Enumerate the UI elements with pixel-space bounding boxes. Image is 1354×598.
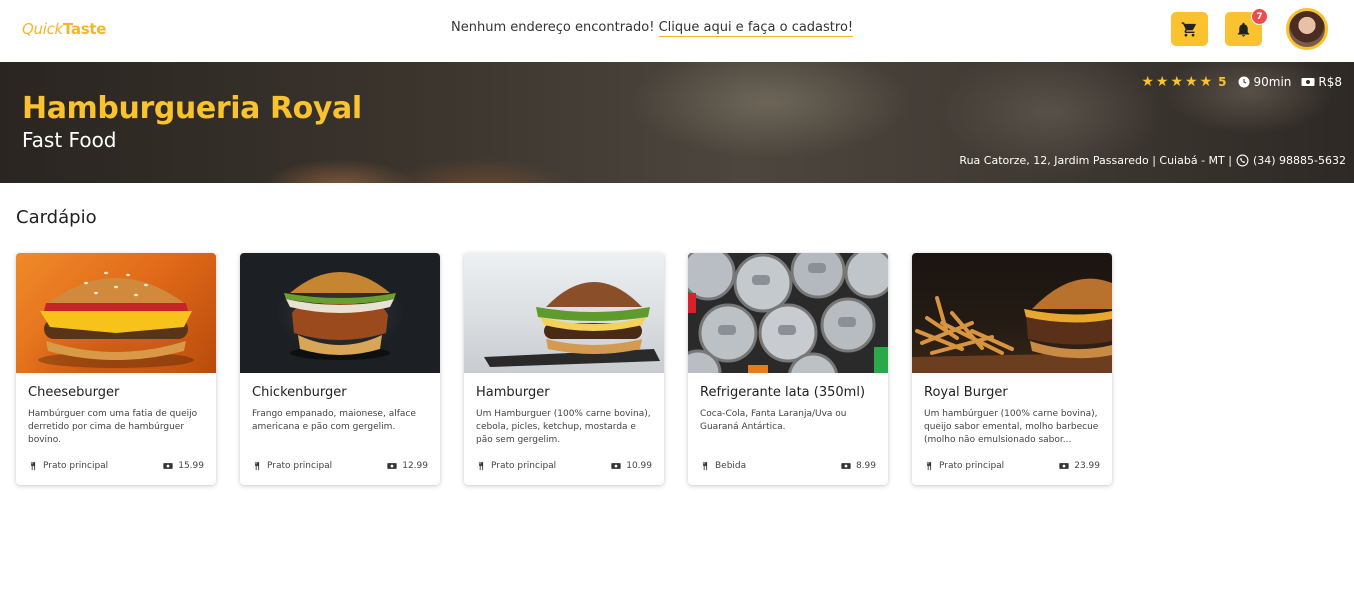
notifications-button[interactable]: 7 [1225,8,1268,46]
register-address-link[interactable]: Clique aqui e faça o cadastro! [658,20,854,37]
menu-item-name: Refrigerante lata (350ml) [700,385,866,400]
star-icon: ★ [1170,74,1183,90]
menu-item-category: Prato principal [939,461,1005,471]
menu-item-price: 15.99 [178,461,204,471]
menu-item-price: 12.99 [402,461,428,471]
fork-knife-icon [478,461,484,471]
menu-item-category: Bebida [715,461,747,471]
chickenburger-photo [240,253,440,373]
clock-icon [1238,76,1250,88]
restaurant-address: Rua Catorze, 12, Jardim Passaredo | Cuia… [959,154,1232,167]
menu-item-card[interactable]: Cheeseburger Hambúrguer com uma fatia de… [16,253,216,485]
delivery-time-text: 90min [1253,75,1292,89]
menu-item-category: Prato principal [491,461,557,471]
hamburger-photo [464,253,664,373]
menu-item-card[interactable]: Chickenburger Frango empanado, maionese,… [240,253,440,485]
money-icon [387,463,397,469]
rating-value: 5 [1218,75,1227,89]
menu-item-description: Um hambúrguer (100% carne bovina), queij… [924,409,1099,445]
delivery-time: 90min [1238,75,1291,89]
restaurant-name: Hamburgueria Royal [22,91,362,126]
logo[interactable]: QuickTaste [22,20,106,38]
fork-knife-icon [702,461,708,471]
menu-item-price: 10.99 [626,461,652,471]
menu-item-description: Hambúrguer com uma fatia de queijo derre… [28,409,198,445]
money-icon [611,463,621,469]
whatsapp-icon [1236,154,1249,167]
delivery-fee: R$8 [1301,75,1342,89]
menu-item-card[interactable]: Royal Burger Um hambúrguer (100% carne b… [912,253,1112,485]
notification-count-badge: 7 [1251,8,1268,25]
menu-item-name: Royal Burger [924,385,1008,400]
cart-icon [1181,21,1196,37]
money-icon [163,463,173,469]
star-icon: ★ [1155,74,1169,90]
menu-item-card[interactable]: Hamburger Um Hamburguer (100% carne bovi… [464,253,664,485]
bell-icon [1237,22,1250,37]
fork-knife-icon [254,461,260,471]
address-notice: Nenhum endereço encontrado! Clique aqui … [451,20,854,37]
logo-text-taste: Taste [62,20,107,38]
menu-item-description: Frango empanado, maionese, alface americ… [252,409,416,432]
cheeseburger-photo [16,253,216,373]
address-notice-text: Nenhum endereço encontrado! [451,20,655,35]
menu-item-description: Um Hamburguer (100% carne bovina), cebol… [476,409,651,445]
menu-item-category: Prato principal [43,461,109,471]
star-icon: ★ [1141,74,1154,90]
star-icon: ★ [1199,74,1213,90]
menu-item-name: Chickenburger [252,385,347,400]
restaurant-contact: Rua Catorze, 12, Jardim Passaredo | Cuia… [959,154,1346,167]
rating-stars: ★ ★ ★ ★ ★ [1141,75,1212,89]
menu-items-list: Cheeseburger Hambúrguer com uma fatia de… [16,253,1112,485]
restaurant-phone[interactable]: (34) 98885-5632 [1253,154,1346,167]
fork-knife-icon [30,461,36,471]
top-navbar: QuickTaste Nenhum endereço encontrado! C… [0,0,1354,62]
money-icon [1059,463,1069,469]
menu-item-description: Coca-Cola, Fanta Laranja/Uva ou Guaraná … [700,409,847,432]
logo-text-quick: Quick [22,20,63,38]
royal-burger-photo [912,253,1112,373]
menu-title: Cardápio [16,207,97,228]
menu-item-price: 8.99 [855,461,876,471]
star-icon: ★ [1185,74,1198,90]
restaurant-banner: Hamburgueria Royal Fast Food ★ ★ ★ ★ ★ 5… [0,62,1354,183]
menu-item-card[interactable]: Refrigerante lata (350ml) Coca-Cola, Fan… [688,253,888,485]
user-avatar[interactable] [1286,8,1328,50]
delivery-fee-text: R$8 [1318,75,1342,89]
menu-item-name: Hamburger [476,385,550,400]
menu-item-category: Prato principal [267,461,333,471]
menu-item-name: Cheeseburger [28,385,120,400]
money-icon [841,463,851,469]
soda-cans-photo [688,253,888,373]
restaurant-meta: ★ ★ ★ ★ ★ 5 90min R$8 [1141,75,1346,89]
restaurant-category: Fast Food [22,128,117,152]
cart-button[interactable] [1171,12,1208,46]
fork-knife-icon [926,461,932,471]
menu-item-price: 23.99 [1074,461,1100,471]
money-icon [1301,78,1315,86]
